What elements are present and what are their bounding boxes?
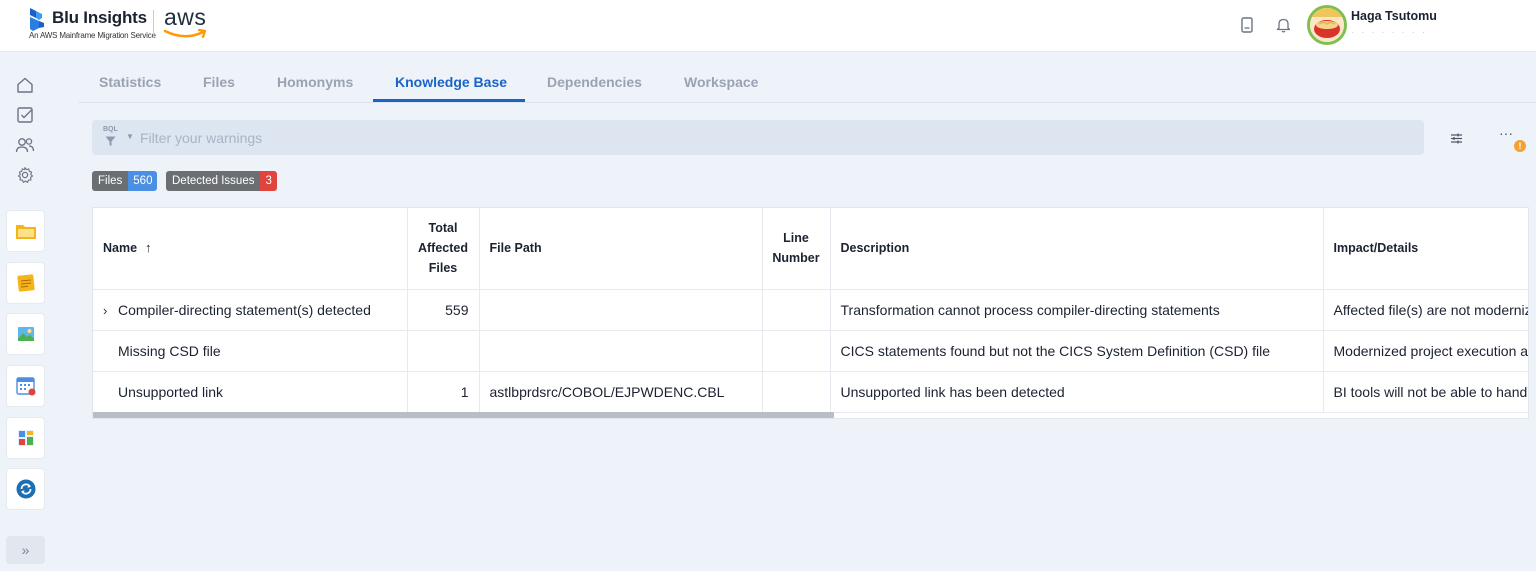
file-path-cell xyxy=(479,330,763,372)
brand-tagline: An AWS Mainframe Migration Service xyxy=(29,31,156,40)
line-number-cell xyxy=(762,371,831,413)
files-badge-count: 560 xyxy=(128,171,158,191)
tab-homonyms[interactable]: Homonyms xyxy=(277,74,353,90)
warning-indicator: ! xyxy=(1514,140,1526,152)
issues-badge-label: Detected Issues xyxy=(166,171,261,191)
tasks-icon[interactable] xyxy=(14,104,36,126)
file-path-cell[interactable]: astlbprdsrc/COBOL/EJPWDENC.CBL xyxy=(479,371,763,413)
column-name-label: Name xyxy=(103,241,138,256)
bql-label: BQL xyxy=(103,126,118,133)
brand-divider xyxy=(153,10,154,38)
active-tab-indicator xyxy=(373,99,525,102)
users-icon[interactable] xyxy=(14,134,36,156)
column-header-total-affected-files[interactable]: Total Affected Files xyxy=(407,208,480,290)
impact-cell: BI tools will not be able to handle xyxy=(1323,371,1528,413)
notes-app-icon[interactable] xyxy=(6,262,45,304)
calendar-app-icon[interactable] xyxy=(6,365,45,407)
files-badge-label: Files xyxy=(92,171,129,191)
table-row[interactable]: › Compiler-directing statement(s) detecte… xyxy=(93,289,1528,331)
filter-input[interactable] xyxy=(140,128,1410,148)
filter-settings-icon[interactable] xyxy=(1446,128,1466,148)
chevron-down-icon[interactable]: ▼ xyxy=(126,132,134,141)
user-subtitle: · · · · · · · · xyxy=(1351,27,1428,38)
brand-name: Blu Insights xyxy=(52,8,147,27)
total-affected-files-cell: 559 xyxy=(407,289,480,331)
issues-count-badge: Detected Issues 3 xyxy=(166,171,277,191)
bell-icon[interactable] xyxy=(1272,14,1294,36)
column-header-name[interactable]: Name ↑ xyxy=(93,208,408,290)
issue-name: Compiler-directing statement(s) detected xyxy=(118,301,371,318)
description-cell: CICS statements found but not the CICS S… xyxy=(830,330,1324,372)
sync-app-icon[interactable] xyxy=(6,468,45,510)
column-header-impact-details[interactable]: Impact/Details xyxy=(1323,208,1528,290)
total-affected-files-cell xyxy=(407,330,480,372)
column-header-file-path[interactable]: File Path xyxy=(479,208,763,290)
filter-bar: BQL ▼ xyxy=(92,120,1424,155)
tab-workspace[interactable]: Workspace xyxy=(684,74,758,90)
table-row[interactable]: Missing CSD file CICS statements found b… xyxy=(93,330,1528,372)
chevron-right-icon[interactable]: › xyxy=(103,303,118,318)
knowledge-base-table: Name ↑ Total Affected Files File Path Line N… xyxy=(92,207,1529,419)
settings-icon[interactable] xyxy=(14,164,36,186)
impact-cell: Affected file(s) are not modernized xyxy=(1323,289,1528,331)
description-cell: Unsupported link has been detected xyxy=(830,371,1324,413)
horizontal-scrollbar[interactable] xyxy=(93,412,834,418)
line-number-cell xyxy=(762,289,831,331)
description-cell: Transformation cannot process compiler-d… xyxy=(830,289,1324,331)
issue-name: Missing CSD file xyxy=(118,342,221,359)
tab-bar: Statistics Files Homonyms Knowledge Base… xyxy=(78,62,1536,103)
column-header-description[interactable]: Description xyxy=(830,208,1324,290)
tab-knowledge-base[interactable]: Knowledge Base xyxy=(395,74,507,90)
column-header-line-number[interactable]: Line Number xyxy=(762,208,831,290)
tab-statistics[interactable]: Statistics xyxy=(99,74,161,90)
table-row[interactable]: Unsupported link 1 astlbprdsrc/COBOL/EJP… xyxy=(93,371,1528,413)
tab-dependencies[interactable]: Dependencies xyxy=(547,74,642,90)
avatar[interactable] xyxy=(1307,5,1347,45)
sort-ascending-icon[interactable]: ↑ xyxy=(145,240,152,255)
issues-badge-count: 3 xyxy=(260,171,277,191)
app-header: Blu Insights An AWS Mainframe Migration … xyxy=(0,0,1536,52)
filter-icon[interactable] xyxy=(105,134,116,152)
gallery-app-icon[interactable] xyxy=(6,313,45,355)
folder-app-icon[interactable] xyxy=(6,210,45,252)
user-name[interactable]: Haga Tsutomu xyxy=(1351,9,1437,23)
files-count-badge: Files 560 xyxy=(92,171,158,191)
line-number-cell xyxy=(762,330,831,372)
issue-name: Unsupported link xyxy=(118,383,224,400)
home-icon[interactable] xyxy=(14,74,36,96)
table-header-row: Name ↑ Total Affected Files File Path Line N… xyxy=(93,208,1528,290)
aws-smile-icon xyxy=(163,27,209,45)
expand-sidebar-button[interactable]: » xyxy=(6,536,45,564)
impact-cell: Modernized project execution at runtime xyxy=(1323,330,1528,372)
total-affected-files-cell: 1 xyxy=(407,371,480,413)
book-icon[interactable] xyxy=(1236,14,1258,36)
dashboard-app-icon[interactable] xyxy=(6,417,45,459)
tab-files[interactable]: Files xyxy=(203,74,235,90)
file-path-cell xyxy=(479,289,763,331)
